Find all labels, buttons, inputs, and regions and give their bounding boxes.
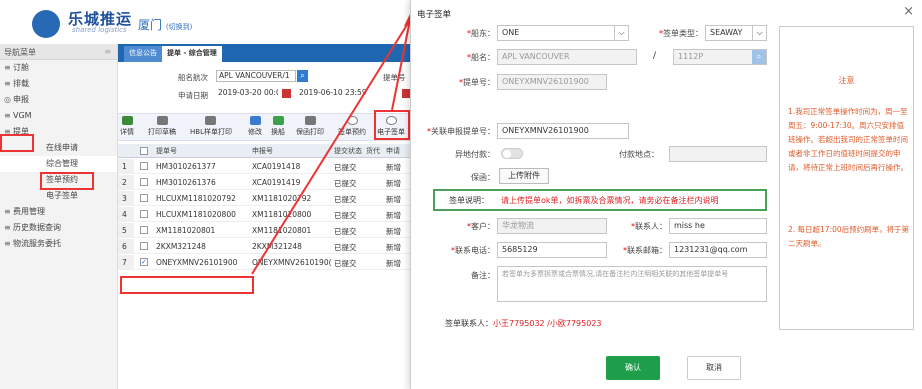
arrow-to-modal bbox=[251, 19, 411, 275]
upload-button[interactable]: 上传附件 bbox=[499, 168, 549, 184]
notice-title: 注意 bbox=[838, 76, 855, 85]
voyage-value: 1112P bbox=[678, 52, 704, 61]
chevron-down-icon: ⌵ bbox=[752, 26, 766, 40]
remote-pay-label: 异地付款： bbox=[455, 150, 495, 159]
chevron-down-icon: ⌵ bbox=[614, 26, 628, 40]
label-text: 联系邮箱： bbox=[627, 246, 667, 255]
label-text: 联系电话： bbox=[455, 246, 495, 255]
notice-paragraph-2: 2. 每日超17:00后预约刷单，将于第二天刷单。 bbox=[788, 225, 910, 248]
select-value: ONE bbox=[502, 28, 520, 37]
notice-panel: 注意 1.我司正常签单操作时间为，周一至周五：9:00-17:30。周六只安排值… bbox=[779, 26, 914, 330]
label-text: 联系人： bbox=[635, 222, 667, 231]
phone-input[interactable]: 5685129 bbox=[497, 242, 607, 258]
close-icon[interactable]: × bbox=[903, 4, 914, 19]
guarantee-label: 保函： bbox=[471, 173, 495, 182]
sign-note-text: 请上传提单ok单，如拆票及合票情况，请务必在备注栏内说明 bbox=[501, 196, 719, 205]
related-bl-label: *关联申报提单号： bbox=[427, 127, 495, 136]
carrier-label: *船东： bbox=[467, 29, 495, 38]
label-text: 船东： bbox=[471, 29, 495, 38]
signer-value: 小王7795032 /小欧7795023 bbox=[493, 319, 602, 328]
email-input[interactable]: 1231231@qq.com bbox=[669, 242, 767, 258]
label-text: 关联申报提单号： bbox=[431, 127, 495, 136]
pay-place-label: 付款地点： bbox=[619, 150, 659, 159]
signer-label: 签单联系人： bbox=[445, 319, 493, 328]
select-value: SEAWAY bbox=[710, 28, 743, 37]
confirm-button[interactable]: 确认 bbox=[606, 356, 660, 380]
voyage-field: 1112P ⌕ bbox=[673, 49, 767, 65]
remark-textarea[interactable]: 若签单为多票拆票或合票情况,请在备注栏内注明相关联的其他签单提单号 bbox=[497, 266, 767, 302]
e-sign-dialog: 电子签单 × *船东： ONE ⌵ *签单类型： SEAWAY ⌵ *船名： APL… bbox=[410, 0, 922, 389]
cancel-button[interactable]: 取消 bbox=[687, 356, 741, 380]
sign-type-label: *签单类型： bbox=[659, 29, 703, 38]
phone-label: *联系电话： bbox=[451, 246, 495, 255]
remote-pay-toggle[interactable] bbox=[501, 148, 523, 159]
sign-note-label: 签单说明： bbox=[449, 196, 489, 205]
sign-note-box: 签单说明： 请上传提单ok单，如拆票及合票情况，请务必在备注栏内说明 bbox=[433, 189, 767, 211]
carrier-select[interactable]: ONE ⌵ bbox=[497, 25, 629, 41]
ship-name-field: APL VANCOUVER bbox=[497, 49, 637, 65]
label-text: 客户： bbox=[471, 222, 495, 231]
search-icon[interactable]: ⌕ bbox=[752, 50, 766, 64]
notice-paragraph-1: 1.我司正常签单操作时间为，周一至周五：9:00-17:30。周六只安排值班操作… bbox=[788, 107, 908, 172]
email-label: *联系邮箱： bbox=[623, 246, 667, 255]
bl-label: *提单号： bbox=[459, 78, 495, 87]
pay-place-input[interactable] bbox=[669, 146, 767, 162]
contact-label: *联系人： bbox=[631, 222, 667, 231]
contact-input[interactable]: miss he bbox=[669, 218, 767, 234]
label-text: 提单号： bbox=[463, 78, 495, 87]
signer-contact: 签单联系人：小王7795032 /小欧7795023 bbox=[445, 318, 602, 329]
related-bl-input[interactable]: ONEYXMNV26101900 bbox=[497, 123, 629, 139]
sign-type-select[interactable]: SEAWAY ⌵ bbox=[705, 25, 767, 41]
customer-label: *客户： bbox=[467, 222, 495, 231]
customer-field: 华龙物流 bbox=[497, 218, 607, 234]
voyage-separator: / bbox=[653, 51, 657, 61]
label-text: 船名： bbox=[471, 53, 495, 62]
bl-field: ONEYXMNV26101900 bbox=[497, 74, 607, 90]
ship-name-label: *船名： bbox=[467, 53, 495, 62]
remark-label: 备注： bbox=[471, 271, 495, 280]
label-text: 签单类型： bbox=[663, 29, 703, 38]
dialog-title: 电子签单 bbox=[417, 10, 452, 20]
